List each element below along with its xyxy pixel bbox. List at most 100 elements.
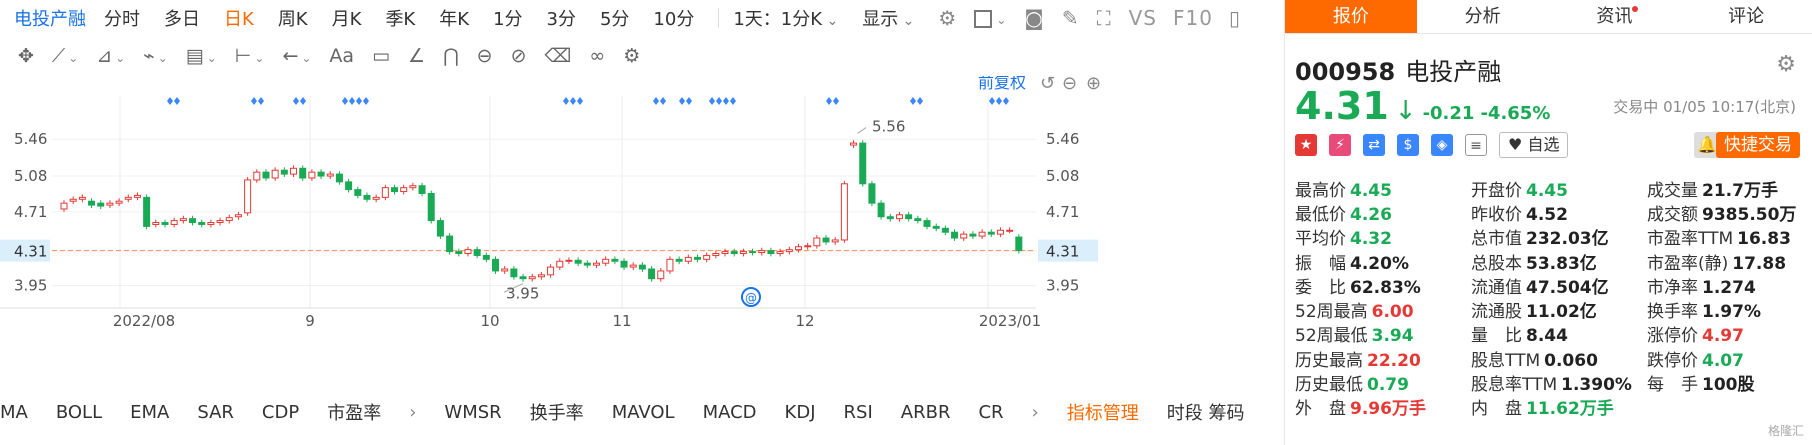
indicator-item[interactable]: SAR <box>197 402 234 423</box>
stock-name[interactable]: 电投产融 <box>14 5 86 31</box>
vs-button[interactable]: VS <box>1129 6 1157 30</box>
tab-analysis[interactable]: 分析 <box>1417 0 1549 33</box>
quick-trade-button[interactable]: 快捷交易 <box>1716 132 1800 158</box>
trash-icon[interactable]: ⌫ <box>545 45 572 67</box>
stat-cell: 昨收价 4.52 <box>1471 200 1647 225</box>
y-tick-label: 5.46 <box>14 130 47 148</box>
indicator-item[interactable]: MA <box>0 402 28 423</box>
arrow-tool-icon[interactable]: ← ⌄ <box>282 45 311 67</box>
indicator-item[interactable]: 市盈率 <box>327 399 381 425</box>
period-tab-active[interactable]: 日K <box>224 5 254 31</box>
stat-cell: 开盘价 4.45 <box>1471 176 1647 201</box>
stat-label: 内 盘 <box>1471 399 1522 420</box>
hk-connect-icon[interactable]: ⚡ <box>1329 134 1351 156</box>
indicator-item[interactable]: RSI <box>844 402 873 423</box>
stat-value: 4.26 <box>1350 204 1392 225</box>
move-icon[interactable]: ✥ <box>18 45 34 67</box>
display-menu[interactable]: 显示 <box>862 5 914 31</box>
period-tab[interactable]: 10分 <box>653 5 694 31</box>
stat-label: 股息率TTM <box>1471 375 1558 396</box>
link-icon[interactable]: ∞ <box>589 45 605 67</box>
candle-body <box>234 214 242 218</box>
candle-body <box>638 264 646 270</box>
stock-header: 000958 电投产融 <box>1295 52 1501 87</box>
candle-body <box>510 268 518 278</box>
f10-button[interactable]: F10 <box>1173 6 1213 30</box>
period-tab[interactable]: 年K <box>439 5 469 31</box>
stat-label: 开盘价 <box>1471 180 1522 201</box>
candle-body <box>547 266 555 276</box>
indicator-item[interactable]: MAVOL <box>612 402 675 423</box>
fib-tool-icon[interactable]: ▤ ⌄ <box>186 45 217 67</box>
indicator-item[interactable]: CDP <box>262 402 299 423</box>
period-tab[interactable]: 5分 <box>600 5 629 31</box>
candle-body <box>840 183 848 241</box>
period-tab[interactable]: 多日 <box>164 5 200 31</box>
hide-icon[interactable]: ⊘ <box>511 45 527 67</box>
period-tab[interactable]: 周K <box>278 5 308 31</box>
signal-marker <box>723 97 729 105</box>
candlestick-chart[interactable]: 2022/08 9 10 11 12 2023/01 5.46 5.46 5.08 5.08 4.7… <box>0 76 1282 386</box>
text-tool-icon[interactable]: Aa <box>329 45 354 67</box>
wave-tool-icon[interactable]: ⌁ ⌄ <box>143 45 168 67</box>
pen-icon[interactable]: ✎ <box>1062 6 1079 30</box>
stat-label: 52周最高 <box>1295 302 1368 323</box>
indicator-item[interactable]: WMSR <box>444 402 501 423</box>
angle-icon[interactable]: ∠ <box>408 45 425 67</box>
add-watchlist-button[interactable]: ♥ 自选 <box>1499 132 1569 158</box>
measure-tool-icon[interactable]: ⊢ ⌄ <box>235 45 265 67</box>
period-tab[interactable]: 季K <box>385 5 415 31</box>
time-chip-button[interactable]: 时段 筹码 <box>1167 399 1245 425</box>
dollar-icon[interactable]: $ <box>1397 134 1419 156</box>
period-tab[interactable]: 1分 <box>493 5 522 31</box>
signal-marker <box>989 97 995 105</box>
fullscreen-icon[interactable]: ⛶ <box>1097 6 1111 30</box>
note-icon[interactable]: ≡ <box>1465 134 1487 156</box>
comment-icon[interactable]: ▭ <box>372 45 390 67</box>
indicator-item[interactable]: MACD <box>703 402 757 423</box>
tag-icon[interactable]: ◈ <box>1431 134 1453 156</box>
indicator-item[interactable]: ARBR <box>901 402 951 423</box>
signal-marker <box>349 97 355 105</box>
period-tab[interactable]: 3分 <box>547 5 576 31</box>
shuffle-icon[interactable]: ⇄ <box>1363 134 1385 156</box>
chevron-right-icon[interactable]: › <box>409 402 416 423</box>
stat-label: 最高价 <box>1295 180 1346 201</box>
signal-marker <box>342 97 348 105</box>
sidebar-toggle-icon[interactable]: ▯ <box>1229 6 1240 30</box>
range-select[interactable]: 1天：1分K <box>733 5 838 31</box>
color-square-icon[interactable]: ⌄ <box>974 8 1006 29</box>
magnet-icon[interactable]: ⋂ <box>443 45 459 67</box>
indicator-item[interactable]: EMA <box>130 402 169 423</box>
indicator-item[interactable]: BOLL <box>56 402 102 423</box>
x-tick-label: 11 <box>612 312 631 330</box>
candle-body <box>133 194 141 198</box>
settings-icon[interactable]: ⚙ <box>623 45 640 67</box>
indicator-manager-button[interactable]: 指标管理 <box>1067 399 1139 425</box>
period-tab[interactable]: 月K <box>332 5 362 31</box>
tab-news[interactable]: 资讯 <box>1549 0 1681 33</box>
stat-value: 1.390% <box>1561 375 1632 396</box>
signal-marker <box>826 97 832 105</box>
tab-comments[interactable]: 评论 <box>1680 0 1812 33</box>
chevron-right-icon[interactable]: › <box>1032 402 1039 423</box>
down-arrow-icon: ↓ <box>1394 96 1417 126</box>
stat-cell <box>1647 397 1805 417</box>
gear-icon[interactable]: ⚙ <box>1776 52 1796 77</box>
candle-body <box>88 200 96 206</box>
camera-icon[interactable]: ◙ <box>1024 6 1043 30</box>
indicator-item[interactable]: KDJ <box>785 402 816 423</box>
indicator-item[interactable]: CR <box>978 402 1003 423</box>
candle-body <box>886 216 894 220</box>
signal-marker <box>363 97 369 105</box>
line-tool-icon[interactable]: ⟋ ⌄ <box>52 45 78 67</box>
stat-cell: 股息率TTM 1.390% <box>1471 370 1647 395</box>
gear-icon[interactable]: ⚙ <box>938 6 956 30</box>
period-tab[interactable]: 分时 <box>104 5 140 31</box>
stat-value: 1.97% <box>1702 302 1761 323</box>
indicator-item[interactable]: 换手率 <box>530 399 584 425</box>
signal-marker <box>730 97 736 105</box>
lock-icon[interactable]: ⊖ <box>477 45 493 67</box>
ray-tool-icon[interactable]: ⊿ ⌄ <box>96 45 125 67</box>
tab-quote[interactable]: 报价 <box>1285 0 1417 33</box>
